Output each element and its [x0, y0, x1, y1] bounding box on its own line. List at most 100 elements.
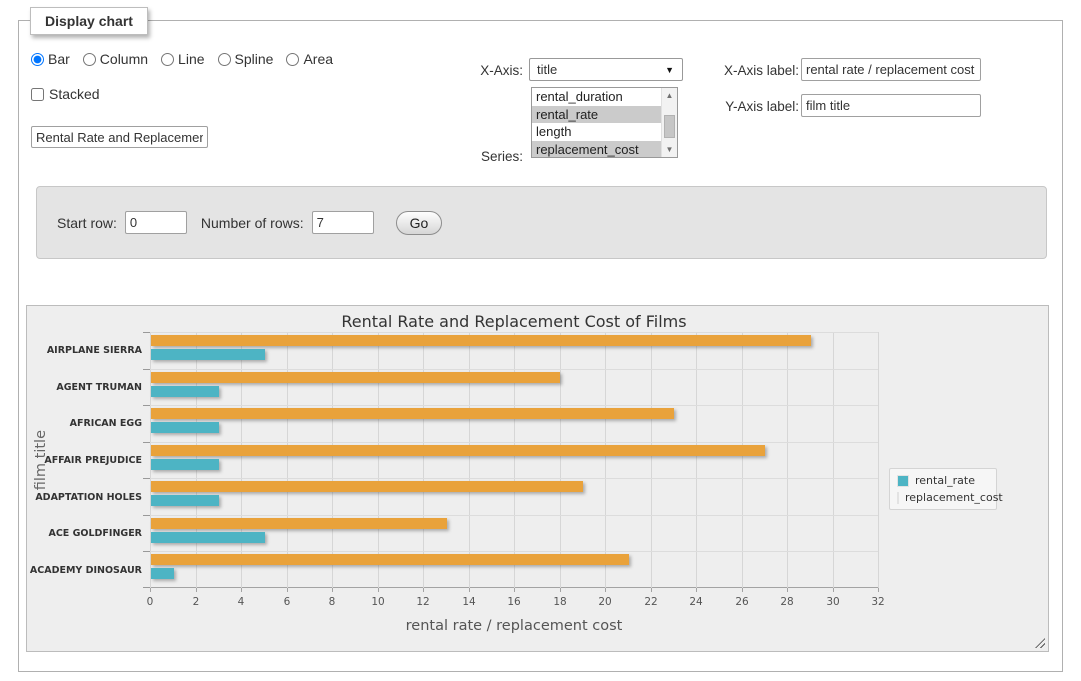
radio-column[interactable]: Column: [83, 51, 148, 67]
x-tick-mark: [560, 588, 561, 592]
bar-replacement_cost[interactable]: [151, 408, 674, 419]
gridline: [696, 332, 697, 588]
x-tick-label: 14: [452, 596, 486, 608]
y-tick-mark: [143, 515, 150, 516]
plot-area: [150, 332, 878, 588]
x-axis-select-label: X-Axis:: [449, 63, 523, 78]
x-tick-mark: [378, 588, 379, 592]
series-multiselect[interactable]: rental_duration rental_rate length repla…: [531, 87, 678, 158]
start-row-input[interactable]: [125, 211, 187, 234]
gridline: [787, 332, 788, 588]
legend-item-replacement_cost[interactable]: replacement_cost: [897, 491, 989, 504]
x-axis-label-label: X-Axis label:: [707, 63, 799, 78]
bar-replacement_cost[interactable]: [151, 554, 629, 565]
gridline: [150, 442, 878, 443]
series-option-replacement-cost[interactable]: replacement_cost: [532, 141, 661, 159]
legend-label: rental_rate: [915, 474, 975, 487]
x-tick-mark: [651, 588, 652, 592]
bar-rental_rate[interactable]: [151, 386, 219, 397]
bar-replacement_cost[interactable]: [151, 372, 560, 383]
category-label: ACE GOLDFINGER: [27, 528, 142, 540]
num-rows-input[interactable]: [312, 211, 374, 234]
start-row-label: Start row:: [57, 215, 117, 231]
bar-rental_rate[interactable]: [151, 459, 219, 470]
y-tick-mark: [143, 442, 150, 443]
radio-area-input[interactable]: [286, 53, 299, 66]
x-tick-mark: [150, 588, 151, 592]
go-button[interactable]: Go: [396, 211, 443, 235]
y-axis-label-input[interactable]: [801, 94, 981, 117]
gridline: [150, 478, 878, 479]
bar-replacement_cost[interactable]: [151, 481, 583, 492]
x-tick-mark: [514, 588, 515, 592]
chart-title: Rental Rate and Replacement Cost of Film…: [150, 312, 878, 331]
category-axis-labels: AIRPLANE SIERRAAGENT TRUMANAFRICAN EGGAF…: [27, 332, 142, 588]
bar-rental_rate[interactable]: [151, 568, 174, 579]
x-tick-label: 28: [770, 596, 804, 608]
bar-rental_rate[interactable]: [151, 422, 219, 433]
radio-bar-label: Bar: [48, 51, 70, 67]
x-tick-label: 6: [270, 596, 304, 608]
radio-line-label: Line: [178, 51, 204, 67]
series-select-label: Series:: [449, 149, 523, 164]
resize-handle-icon[interactable]: [1035, 638, 1045, 648]
num-rows-label: Number of rows:: [201, 215, 304, 231]
gridline: [332, 332, 333, 588]
series-scrollbar[interactable]: ▲ ▼: [661, 88, 677, 157]
gridline: [833, 332, 834, 588]
x-tick-label: 10: [361, 596, 395, 608]
radio-line-input[interactable]: [161, 53, 174, 66]
x-tick-mark: [833, 588, 834, 592]
x-tick-label: 30: [816, 596, 850, 608]
series-option-length[interactable]: length: [532, 123, 661, 141]
y-tick-mark: [143, 332, 150, 333]
gridline: [651, 332, 652, 588]
chart-title-input[interactable]: [31, 126, 208, 148]
chart-type-radio-group: Bar Column Line Spline Area: [31, 51, 333, 67]
gridline: [150, 551, 878, 552]
x-tick-label: 32: [861, 596, 895, 608]
y-tick-mark: [143, 369, 150, 370]
bar-rental_rate[interactable]: [151, 349, 265, 360]
gridline: [241, 332, 242, 588]
bar-replacement_cost[interactable]: [151, 518, 447, 529]
gridline: [287, 332, 288, 588]
legend-item-rental_rate[interactable]: rental_rate: [897, 474, 989, 487]
chart-legend: rental_rate replacement_cost: [889, 468, 997, 510]
radio-spline[interactable]: Spline: [218, 51, 274, 67]
bar-rental_rate[interactable]: [151, 495, 219, 506]
x-tick-mark: [332, 588, 333, 592]
radio-area-label: Area: [303, 51, 333, 67]
legend-label: replacement_cost: [905, 491, 1003, 504]
stacked-checkbox-label: Stacked: [49, 86, 100, 102]
radio-line[interactable]: Line: [161, 51, 204, 67]
scrollbar-thumb[interactable]: [664, 115, 675, 138]
y-axis-label-label: Y-Axis label:: [707, 99, 799, 114]
radio-bar[interactable]: Bar: [31, 51, 70, 67]
radio-column-label: Column: [100, 51, 148, 67]
category-label: ACADEMY DINOSAUR: [27, 565, 142, 577]
x-tick-mark: [787, 588, 788, 592]
radio-spline-input[interactable]: [218, 53, 231, 66]
series-option-rental-rate[interactable]: rental_rate: [532, 106, 661, 124]
scroll-down-icon[interactable]: ▼: [662, 145, 677, 154]
gridline: [514, 332, 515, 588]
bar-rental_rate[interactable]: [151, 532, 265, 543]
y-tick-mark: [143, 478, 150, 479]
bar-replacement_cost[interactable]: [151, 445, 765, 456]
bar-replacement_cost[interactable]: [151, 335, 811, 346]
x-tick-label: 0: [133, 596, 167, 608]
fieldset-legend: Display chart: [30, 7, 148, 35]
radio-column-input[interactable]: [83, 53, 96, 66]
scroll-up-icon[interactable]: ▲: [662, 91, 677, 100]
gridline: [605, 332, 606, 588]
radio-bar-input[interactable]: [31, 53, 44, 66]
stacked-checkbox-input[interactable]: [31, 88, 44, 101]
x-axis-label-input[interactable]: [801, 58, 981, 81]
x-axis-select[interactable]: title ▼: [529, 58, 683, 81]
gridline: [469, 332, 470, 588]
series-option-rental-duration[interactable]: rental_duration: [532, 88, 661, 106]
display-chart-fieldset: Display chart Bar Column Line Spline Are…: [18, 20, 1063, 672]
stacked-checkbox-row: Stacked: [31, 86, 100, 102]
radio-area[interactable]: Area: [286, 51, 333, 67]
